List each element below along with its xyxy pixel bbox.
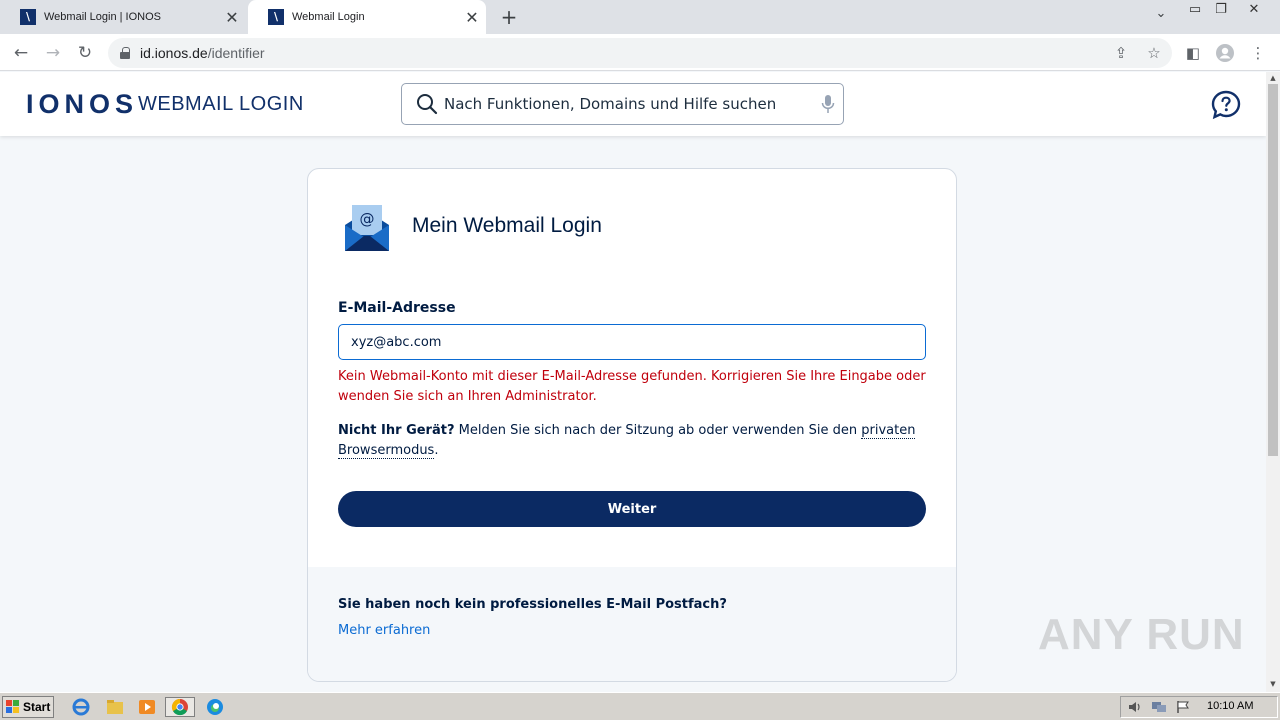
browser-tab-1[interactable]: \ Webmail Login | IONOS ✕ — [0, 0, 246, 34]
address-bar[interactable]: id.ionos.de/identifier — [108, 38, 1172, 68]
url-host: id.ionos.de — [140, 45, 208, 61]
start-label: Start — [23, 700, 51, 714]
search-icon — [417, 94, 438, 115]
tab-search-chevron-icon[interactable]: ⌄ — [1150, 6, 1172, 28]
search-placeholder: Nach Funktionen, Domains und Hilfe suche… — [444, 95, 777, 113]
volume-icon[interactable] — [1127, 700, 1143, 714]
error-message: Kein Webmail-Konto mit dieser E-Mail-Adr… — [338, 369, 926, 404]
browser-toolbar: ← → ↻ id.ionos.de/identifier ⇪ ☆ ◧ ⋮ — [0, 34, 1280, 71]
forward-arrow-icon[interactable]: → — [38, 38, 68, 68]
page-viewport: IONOS WEBMAIL LOGIN Nach Funktionen, Dom… — [0, 72, 1266, 692]
side-panel-icon[interactable]: ◧ — [1178, 38, 1208, 68]
action-center-flag-icon[interactable] — [1175, 700, 1191, 714]
chrome-icon — [171, 698, 188, 716]
minimize-icon[interactable]: ▭ — [1184, 0, 1206, 22]
svg-text:@: @ — [360, 210, 375, 228]
card-footer: Sie haben noch kein professionelles E-Ma… — [308, 567, 956, 681]
taskbar-clock: 10:10 AM — [1207, 700, 1254, 712]
microphone-icon[interactable] — [813, 93, 843, 115]
notice-text: Melden Sie sich nach der Sitzung ab oder… — [454, 423, 862, 438]
submit-button[interactable]: Weiter — [338, 491, 926, 527]
bookmark-star-icon[interactable]: ☆ — [1139, 38, 1169, 68]
share-icon[interactable]: ⇪ — [1106, 38, 1136, 68]
scroll-up-icon[interactable]: ▲ — [1266, 72, 1280, 84]
browser-tab-2[interactable]: \ Webmail Login ✕ — [248, 0, 486, 34]
anyrun-watermark: ANY RUN — [1038, 610, 1245, 659]
file-explorer-icon[interactable] — [104, 697, 126, 717]
product-title: WEBMAIL LOGIN — [138, 93, 304, 115]
restore-icon[interactable]: ❐ — [1210, 0, 1232, 22]
start-button[interactable]: Start — [2, 696, 54, 718]
reload-icon[interactable]: ↻ — [70, 38, 100, 68]
internet-explorer-icon[interactable] — [70, 697, 92, 717]
site-search-box[interactable]: Nach Funktionen, Domains und Hilfe suche… — [401, 83, 844, 125]
notice-bold: Nicht Ihr Gerät? — [338, 423, 455, 438]
help-chat-icon[interactable] — [1210, 89, 1242, 121]
network-icon[interactable] — [1151, 700, 1167, 714]
tab-title: Webmail Login | IONOS — [44, 11, 161, 23]
device-notice: Nicht Ihr Gerät? Melden Sie sich nach de… — [338, 421, 933, 461]
url-path: /identifier — [207, 45, 265, 61]
tab-close-icon[interactable]: ✕ — [458, 8, 486, 27]
windows-flag-icon — [6, 700, 19, 713]
footer-question: Sie haben noch kein professionelles E-Ma… — [338, 597, 727, 612]
lock-icon — [120, 47, 130, 59]
page-scrollbar[interactable]: ▲ ▼ — [1266, 72, 1280, 692]
ionos-favicon-icon: \ — [268, 9, 284, 25]
notice-end: . — [434, 443, 439, 458]
tab-title: Webmail Login — [292, 11, 365, 23]
learn-more-link[interactable]: Mehr erfahren — [338, 623, 430, 638]
taskbar: Start 10:10 AM — [0, 692, 1280, 720]
scroll-thumb[interactable] — [1268, 84, 1278, 456]
email-label: E-Mail-Adresse — [338, 300, 456, 316]
system-tray: 10:10 AM — [1120, 696, 1278, 718]
card-title: Mein Webmail Login — [412, 214, 602, 237]
media-player-icon[interactable] — [136, 697, 158, 717]
ionos-favicon-icon: \ — [20, 9, 36, 25]
profile-icon[interactable] — [1210, 38, 1240, 68]
browser-menu-icon[interactable]: ⋮ — [1243, 38, 1273, 68]
login-card: @ Mein Webmail Login E-Mail-Adresse Kein… — [307, 168, 957, 682]
chrome-taskbar-button[interactable] — [165, 697, 195, 717]
scroll-down-icon[interactable]: ▼ — [1266, 678, 1280, 690]
new-tab-icon[interactable]: + — [496, 4, 522, 30]
edge-icon[interactable] — [204, 697, 226, 717]
tab-close-icon[interactable]: ✕ — [218, 8, 246, 27]
back-arrow-icon[interactable]: ← — [6, 38, 36, 68]
email-field[interactable] — [338, 324, 926, 360]
site-header: IONOS WEBMAIL LOGIN Nach Funktionen, Dom… — [0, 72, 1266, 136]
open-envelope-icon: @ — [345, 205, 389, 251]
window-close-icon[interactable]: ✕ — [1242, 0, 1266, 22]
tab-strip: \ Webmail Login | IONOS ✕ \ Webmail Logi… — [0, 0, 1280, 34]
ionos-logo[interactable]: IONOS — [26, 89, 138, 120]
